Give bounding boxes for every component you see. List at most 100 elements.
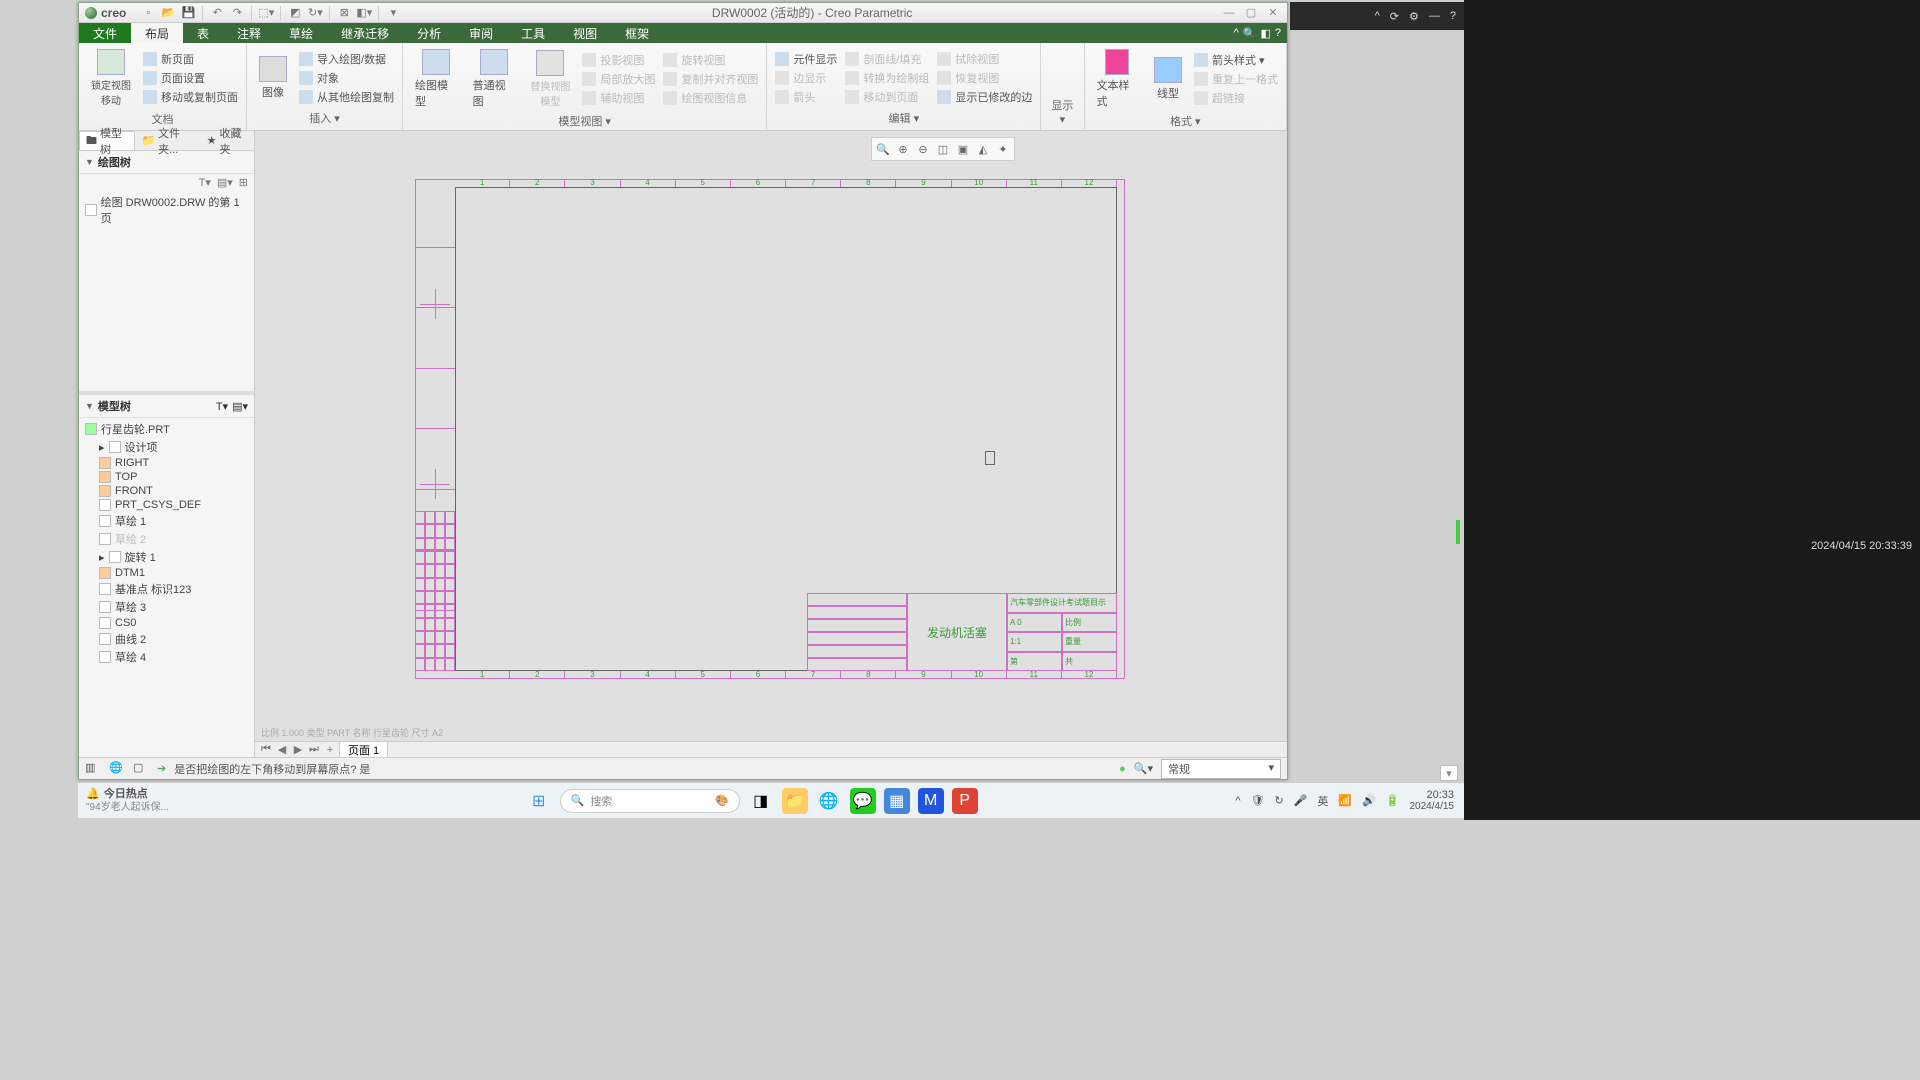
sheet-prev-button[interactable]: ◀ [275,744,289,756]
qat-refresh-icon[interactable]: ↻▾ [307,5,323,21]
expand-icon[interactable]: ▸ [99,441,105,454]
tab-framework[interactable]: 框架 [611,23,663,43]
tab-view[interactable]: 视图 [559,23,611,43]
tray-shield-icon[interactable]: 🛡 [1251,794,1265,807]
close-button[interactable]: ✕ [1265,5,1281,21]
tree-item-drawing-page[interactable]: 绘图 DRW0002.DRW 的第 1 页 [85,193,248,227]
group-label[interactable]: 编辑 ▾ [773,108,1034,126]
ribbon-collapse-icon[interactable]: ^ [1234,27,1239,39]
tree-item[interactable]: ▸设计项 [85,438,248,456]
bg-help-icon[interactable]: ? [1450,10,1456,22]
qat-new-icon[interactable]: ▫ [140,5,156,21]
tree-item-cs0[interactable]: CS0 [85,616,248,630]
tree-show-icon[interactable]: ▤▾ [232,400,248,413]
ribbon-search-icon[interactable]: 🔍 [1243,27,1257,40]
app2-icon[interactable]: M [918,788,944,814]
tree-settings-icon[interactable]: T▾ [199,176,211,189]
sheet-add-button[interactable]: + [323,744,337,756]
group-label[interactable]: 格式 ▾ [1091,111,1280,129]
tray-ime[interactable]: 英 [1317,793,1328,809]
import-drawing-button[interactable]: 导入绘图/数据 [297,50,396,68]
general-view-button[interactable]: 普通视图 [467,47,521,111]
display-style-icon[interactable]: ◭ [974,140,992,158]
tab-table[interactable]: 表 [183,23,223,43]
group-label[interactable]: 模型视图 ▾ [409,111,760,129]
tab-legacy[interactable]: 继承迁移 [327,23,403,43]
drawing-models-button[interactable]: 绘图模型 [409,47,463,111]
tree-item-curve2[interactable]: 曲线 2 [85,630,248,648]
copy-from-drawing-button[interactable]: 从其他绘图复制 [297,88,396,106]
qat-close-icon[interactable]: ⊠ [336,5,352,21]
show-modified-edges-button[interactable]: 显示已修改的边 [935,88,1034,106]
page-setup-button[interactable]: 页面设置 [141,69,240,87]
tree-item-csys[interactable]: PRT_CSYS_DEF [85,498,248,512]
tree-item-right[interactable]: RIGHT [85,456,248,470]
sheet-next-button[interactable]: ▶ [291,744,305,756]
taskview-icon[interactable]: ◨ [748,788,774,814]
bg-refresh-icon[interactable]: ⟳ [1390,10,1399,23]
tab-review[interactable]: 审阅 [455,23,507,43]
selection-filter-combo[interactable]: 常规▾ [1161,759,1281,779]
arrow-style-button[interactable]: 箭头样式 ▾ [1192,51,1280,69]
tree-item-dtm1[interactable]: DTM1 [85,566,248,580]
qat-save-icon[interactable]: 💾 [180,5,196,21]
tab-model-tree[interactable]: 🖿模型树 [79,131,135,150]
tab-sketch[interactable]: 草绘 [275,23,327,43]
drawing-tree-header[interactable]: ▼绘图树 [79,151,254,174]
tray-mic-icon[interactable]: 🎤 [1294,794,1308,807]
tab-file[interactable]: 文件 [79,23,131,43]
group-label[interactable]: 显示 ▾ [1047,95,1077,126]
ribbon-help-icon[interactable]: ? [1275,27,1281,39]
zoom-in-icon[interactable]: ⊕ [894,140,912,158]
powerpoint-icon[interactable]: P [952,788,978,814]
qat-more-icon[interactable]: ▾ [385,5,401,21]
tray-wifi-icon[interactable]: 📶 [1338,794,1352,807]
drawing-sheet[interactable]: 123456789101112 123456789101112 发动机活塞 [415,179,1125,679]
sheet-first-button[interactable]: ⏮ [259,744,273,756]
qat-windows-icon[interactable]: ◩ [287,5,303,21]
component-display-button[interactable]: 元件显示 [773,50,839,68]
text-style-button[interactable]: 文本样式 [1091,47,1144,111]
tray-sync-icon[interactable]: ↻ [1274,794,1283,807]
view-settings-icon[interactable]: ✦ [994,140,1012,158]
app-icon[interactable]: ▦ [884,788,910,814]
new-page-button[interactable]: 新页面 [141,50,240,68]
object-button[interactable]: 对象 [297,69,396,87]
zoom-fit-icon[interactable]: 🔍 [874,140,892,158]
repaint-icon[interactable]: ▣ [954,140,972,158]
tab-tools[interactable]: 工具 [507,23,559,43]
qat-regen-icon[interactable]: ⬚▾ [258,5,274,21]
bg-gear-icon[interactable]: ⚙ [1409,10,1419,23]
bg-caret-icon[interactable]: ^ [1375,10,1380,22]
taskbar-search[interactable]: 🔍搜索🎨 [560,789,740,813]
wechat-icon[interactable]: 💬 [850,788,876,814]
tab-folder[interactable]: 📁文件夹... [135,131,200,150]
bg-min-icon[interactable]: — [1429,10,1440,22]
tab-layout[interactable]: 布局 [131,23,183,43]
explorer-icon[interactable]: 📁 [782,788,808,814]
qat-open-icon[interactable]: 📂 [160,5,176,21]
taskbar-news-widget[interactable]: 🔔今日热点 "94岁老人起诉保... [78,786,278,816]
edge-icon[interactable]: 🌐 [816,788,842,814]
tree-item-datum-point[interactable]: 基准点 标识123 [85,580,248,598]
tree-item-top[interactable]: TOP [85,470,248,484]
tray-chevron-icon[interactable]: ^ [1235,795,1240,807]
tree-item-front[interactable]: FRONT [85,484,248,498]
qat-settings-icon[interactable]: ◧▾ [356,5,372,21]
tab-analysis[interactable]: 分析 [403,23,455,43]
tree-item-sketch4[interactable]: 草绘 4 [85,648,248,666]
status-box-icon[interactable]: ▢ [133,761,149,777]
secondary-dropdown[interactable]: ▾ [1440,765,1458,781]
tree-show-icon[interactable]: ▤▾ [217,176,233,189]
zoom-out-icon[interactable]: ⊖ [914,140,932,158]
drawing-canvas[interactable]: 🔍 ⊕ ⊖ ◫ ▣ ◭ ✦ 123456789101112 1234567891… [255,131,1287,741]
line-style-button[interactable]: 线型 [1148,47,1188,111]
tab-favorites[interactable]: ★收藏夹 [201,131,254,150]
refit-icon[interactable]: ◫ [934,140,952,158]
status-find-icon[interactable]: 🔍▾ [1134,762,1153,775]
status-layout-icon[interactable]: ▥ [85,761,101,777]
sheet-last-button[interactable]: ⏭ [307,744,321,756]
sheet-tab-1[interactable]: 页面 1 [339,741,388,759]
lock-view-move-button[interactable]: 锁定视图 移动 [85,47,137,109]
image-button[interactable]: 图像 [253,47,293,108]
